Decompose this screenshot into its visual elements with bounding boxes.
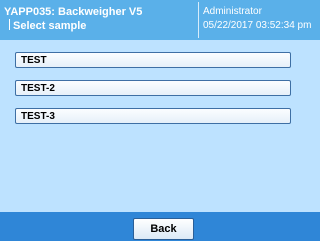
title-block: YAPP035: Backweigher V5 Select sample: [4, 5, 194, 33]
sample-button-test-3[interactable]: TEST-3: [15, 108, 291, 124]
datetime: 05/22/2017 03:52:34 pm: [203, 20, 312, 31]
footer-bar: Back: [0, 212, 320, 241]
screen-title: Select sample: [13, 20, 87, 32]
sample-button-test[interactable]: TEST: [15, 52, 291, 68]
sample-button-test-2[interactable]: TEST-2: [15, 80, 291, 96]
user-info-panel: Administrator 05/22/2017 03:52:34 pm: [198, 2, 320, 38]
app-title: YAPP035: Backweigher V5: [4, 6, 143, 18]
screen-title-row: Select sample: [4, 19, 194, 33]
title-separator: [9, 19, 10, 30]
back-button[interactable]: Back: [133, 218, 194, 240]
user-name: Administrator: [203, 6, 262, 17]
header-bar: YAPP035: Backweigher V5 Select sample Ad…: [0, 0, 320, 40]
app-window: YAPP035: Backweigher V5 Select sample Ad…: [0, 0, 320, 241]
sample-list: TEST TEST-2 TEST-3: [15, 52, 291, 136]
